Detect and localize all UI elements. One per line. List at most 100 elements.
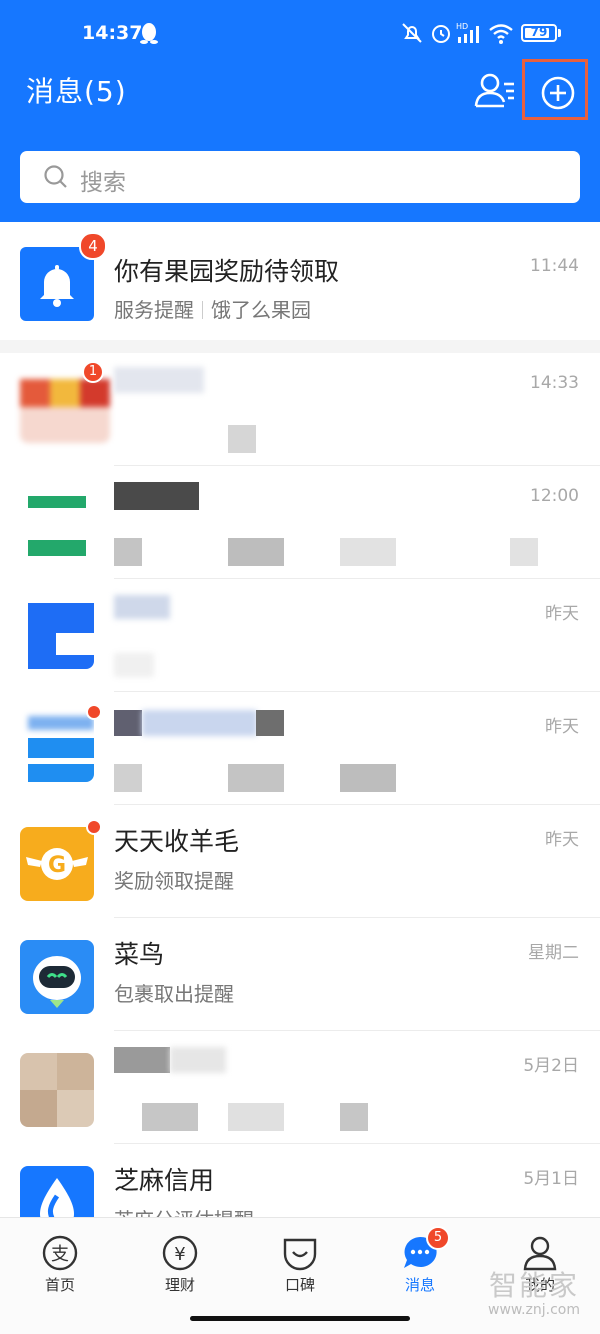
tab-label: 理财 [164, 1276, 195, 1294]
koubei-smile-icon [283, 1238, 317, 1271]
blurred-title [114, 710, 142, 736]
cainiao-robot-icon [33, 956, 81, 1008]
g-wings-icon: G [26, 848, 88, 880]
status-bar: 14:37 HD 79 [0, 0, 600, 66]
status-time: 14:37 [82, 22, 143, 44]
pinned-subtitle: 服务提醒 饿了么果园 [114, 294, 311, 323]
message-subtitle: 包裹取出提醒 [114, 982, 234, 1006]
unread-dot [86, 704, 102, 720]
notification-avatar [20, 247, 94, 321]
unread-badge: 5 [426, 1226, 450, 1250]
message-time: 昨天 [545, 717, 579, 737]
alipay-home-icon: 支 [42, 1235, 78, 1271]
tab-koubei[interactable]: 口碑 [250, 1230, 350, 1310]
pinned-time: 11:44 [530, 256, 579, 276]
watermark-title: 智能家 [488, 1269, 579, 1302]
battery-cap [558, 29, 561, 37]
yuan-coin-icon: ¥ [162, 1235, 198, 1271]
pinned-sub-b: 饿了么果园 [211, 298, 311, 322]
svg-text:支: 支 [51, 1244, 69, 1265]
unread-badge: 1 [82, 361, 104, 383]
list-item[interactable]: 昨天 [0, 692, 600, 805]
page-title: 消息(5) [26, 75, 127, 108]
message-title: 菜鸟 [114, 940, 165, 969]
blurred-title [256, 710, 284, 736]
message-time: 昨天 [545, 830, 579, 850]
blurred-subtitle [114, 764, 142, 792]
tab-label: 首页 [44, 1276, 75, 1294]
message-title: 芝麻信用 [114, 1166, 215, 1195]
header: 14:37 HD 79 消息(5) 搜索 [0, 0, 600, 222]
message-time: 星期二 [528, 943, 579, 963]
battery-level: 79 [530, 25, 548, 39]
contacts-button[interactable] [474, 70, 516, 110]
blurred-title [114, 1047, 170, 1073]
plus-circle-icon [541, 76, 575, 110]
blurred-subtitle [510, 538, 538, 566]
message-time: 12:00 [530, 486, 579, 506]
bell-icon [40, 265, 74, 307]
blurred-title [114, 482, 199, 510]
blurred-subtitle [142, 1103, 198, 1131]
list-item[interactable]: 昨天 [0, 579, 600, 692]
avatar [20, 1166, 94, 1217]
wifi-icon [489, 24, 513, 44]
blurred-subtitle [228, 1103, 284, 1131]
message-subtitle: 芝麻分评估提醒 [114, 1204, 254, 1217]
blurred-title [114, 595, 170, 619]
unread-badge: 4 [79, 232, 107, 260]
list-item[interactable]: G 天天收羊毛 奖励领取提醒 昨天 [0, 805, 600, 918]
blurred-subtitle [114, 538, 142, 566]
blurred-subtitle [228, 425, 256, 453]
message-list: 1 14:33 12:00 昨天 昨天 G 天天收羊毛 奖励领取提醒 昨天 菜鸟… [0, 353, 600, 1217]
tab-home[interactable]: 支 首页 [10, 1230, 110, 1310]
list-item[interactable]: 芝麻信用 芝麻分评估提醒 5月1日 [0, 1144, 600, 1217]
pinned-sub-a: 服务提醒 [114, 298, 194, 322]
message-time: 昨天 [545, 604, 579, 624]
list-item[interactable]: 菜鸟 包裹取出提醒 星期二 [0, 918, 600, 1031]
blurred-subtitle [340, 1103, 368, 1131]
tab-messages[interactable]: 5 消息 [370, 1226, 470, 1310]
avatar [20, 1053, 94, 1127]
avatar [20, 595, 94, 669]
tab-wealth[interactable]: ¥ 理财 [130, 1230, 230, 1310]
blurred-title [170, 1047, 226, 1073]
tab-label: 消息 [404, 1276, 435, 1294]
watermark: 智能家 www.znj.com [488, 1264, 580, 1318]
blurred-title [142, 710, 257, 736]
avatar: G [20, 827, 94, 901]
message-time: 5月2日 [523, 1056, 579, 1076]
tab-label: 口碑 [284, 1276, 315, 1294]
search-placeholder: 搜索 [80, 170, 126, 196]
list-item[interactable]: 12:00 [0, 466, 600, 579]
blurred-subtitle [340, 538, 396, 566]
avatar [20, 708, 94, 782]
avatar [20, 940, 94, 1014]
svg-text:G: G [48, 853, 66, 878]
search-icon [44, 165, 67, 188]
unread-dot [86, 819, 102, 835]
message-title: 天天收羊毛 [114, 827, 240, 856]
message-time: 5月1日 [523, 1169, 579, 1189]
blurred-subtitle [340, 764, 396, 792]
home-indicator[interactable] [190, 1316, 410, 1321]
watermark-url: www.znj.com [488, 1302, 580, 1318]
svg-text:¥: ¥ [174, 1244, 185, 1265]
pinned-message[interactable]: 4 你有果园奖励待领取 服务提醒 饿了么果园 11:44 [0, 222, 600, 340]
blurred-subtitle [228, 538, 284, 566]
add-button[interactable] [522, 59, 588, 120]
list-item[interactable]: 5月2日 [0, 1031, 600, 1144]
message-subtitle: 奖励领取提醒 [114, 869, 234, 893]
divider [202, 301, 203, 319]
alarm-icon [432, 25, 450, 43]
avatar [20, 482, 94, 556]
blurred-subtitle [228, 764, 284, 792]
pinned-title: 你有果园奖励待领取 [114, 257, 340, 286]
search-bar[interactable]: 搜索 [20, 151, 580, 203]
blurred-subtitle [114, 653, 154, 677]
battery-icon: 79 [521, 24, 557, 42]
message-time: 14:33 [530, 373, 579, 393]
list-item[interactable]: 1 14:33 [0, 353, 600, 466]
hd-signal-icon: HD [456, 22, 479, 43]
qq-icon [140, 23, 158, 44]
